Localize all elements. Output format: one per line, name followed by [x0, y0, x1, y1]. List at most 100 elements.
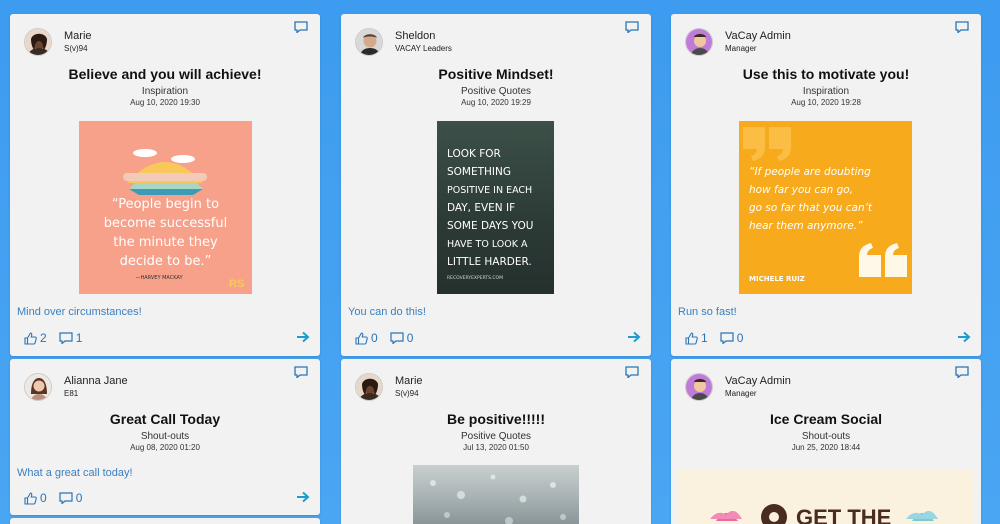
quote-graphic: “If people are doubting how far you can … — [743, 127, 907, 283]
post-category: Positive Quotes — [460, 431, 532, 442]
author-name[interactable]: Marie — [395, 375, 423, 387]
post-timestamp: Aug 08, 2020 01:20 — [130, 443, 200, 452]
comment-icon[interactable] — [625, 366, 639, 378]
post-image[interactable]: LOOK FOR SOMETHING POSITIVE IN EACH DAY,… — [437, 121, 554, 294]
post-card: Marie S(v)94 Be positive!!!!! Positive Q… — [341, 359, 651, 524]
avatar[interactable] — [355, 373, 383, 401]
quote-line: LITTLE HARDER. — [447, 256, 532, 268]
post-category: Positive Quotes — [460, 86, 532, 97]
author-role: Manager — [725, 388, 757, 398]
thumbs-up-icon — [685, 331, 698, 345]
post-actions: 0 0 — [24, 491, 94, 505]
post-image[interactable]: “If people are doubting how far you can … — [739, 121, 912, 294]
post-author: Alianna Jane E81 — [24, 373, 128, 401]
comment-icon[interactable] — [955, 21, 969, 33]
post-author: VaCay Admin Manager — [685, 373, 791, 401]
post-card: Alianna Jane E81 Great Call Today Shout-… — [10, 359, 320, 515]
post-author: Marie S(v)94 — [355, 373, 423, 401]
quote-graphic: LOOK FOR SOMETHING POSITIVE IN EACH DAY,… — [447, 148, 533, 281]
post-category: Inspiration — [802, 86, 850, 97]
avatar[interactable] — [24, 373, 52, 401]
like-count: 0 — [40, 491, 47, 505]
quote-attribution: RECOVERYEXPERTS.COM — [447, 275, 503, 281]
author-name[interactable]: Marie — [64, 30, 92, 42]
author-name[interactable]: VaCay Admin — [725, 375, 791, 387]
arrow-right-icon[interactable] — [296, 331, 310, 343]
quote-attribution: MICHELE RUIZ — [749, 275, 805, 283]
comment-icon[interactable] — [294, 366, 308, 378]
post-caption: You can do this! — [348, 306, 426, 318]
post-caption: What a great call today! — [17, 467, 133, 479]
author-name[interactable]: Alianna Jane — [64, 375, 128, 387]
quote-line: “People begin to — [112, 197, 219, 212]
comment-icon[interactable] — [294, 21, 308, 33]
avatar[interactable] — [24, 28, 52, 56]
post-title: Ice Cream Social — [769, 411, 883, 427]
quote-line: DAY, EVEN IF — [447, 202, 515, 214]
arrow-right-icon[interactable] — [627, 331, 641, 343]
post-timestamp: Jul 13, 2020 01:50 — [463, 443, 529, 452]
post-image[interactable] — [413, 465, 579, 524]
post-card: Marie S(v)94 Believe and you will achiev… — [10, 14, 320, 356]
post-caption: Mind over circumstances! — [17, 306, 142, 318]
post-card: VaCay Admin Manager Ice Cream Social Sho… — [671, 359, 981, 524]
comment-button[interactable]: 0 — [720, 331, 743, 345]
author-role: VACAY Leaders — [395, 43, 452, 53]
post-title: Great Call Today — [109, 411, 221, 427]
quote-line: go so far that you can’t — [749, 202, 873, 214]
post-timestamp: Jun 25, 2020 18:44 — [791, 443, 861, 452]
like-button[interactable]: 1 — [685, 331, 708, 345]
author-role: S(v)94 — [64, 43, 88, 53]
comment-count: 0 — [406, 331, 414, 345]
avatar[interactable] — [685, 28, 713, 56]
arrow-right-icon[interactable] — [957, 331, 971, 343]
like-count: 2 — [40, 331, 47, 345]
like-button[interactable]: 0 — [24, 491, 47, 505]
avatar[interactable] — [685, 373, 713, 401]
arrow-right-icon[interactable] — [296, 491, 310, 503]
post-card — [10, 518, 320, 524]
comment-count: 1 — [75, 331, 83, 345]
post-title: Use this to motivate you! — [742, 66, 910, 82]
comment-button[interactable]: 0 — [59, 491, 83, 505]
post-actions: 2 1 — [24, 331, 94, 345]
author-name[interactable]: Sheldon — [395, 30, 452, 42]
quote-line: “If people are doubting — [749, 166, 871, 178]
avatar[interactable] — [355, 28, 383, 56]
post-actions: 0 0 — [355, 331, 425, 345]
like-button[interactable]: 2 — [24, 331, 47, 345]
quote-line: SOME DAYS YOU — [447, 220, 533, 232]
post-timestamp: Aug 10, 2020 19:29 — [461, 98, 531, 107]
comment-icon[interactable] — [625, 21, 639, 33]
comment-button[interactable]: 0 — [390, 331, 414, 345]
comment-button[interactable]: 1 — [59, 331, 83, 345]
author-role: E81 — [64, 388, 79, 398]
post-category: Inspiration — [141, 86, 189, 97]
author-role: Manager — [725, 43, 757, 53]
like-count: 1 — [701, 331, 708, 345]
author-name[interactable]: VaCay Admin — [725, 30, 791, 42]
post-title: Believe and you will achieve! — [68, 66, 262, 82]
like-count: 0 — [371, 331, 378, 345]
like-button[interactable]: 0 — [355, 331, 378, 345]
quote-line: how far you can go, — [749, 184, 853, 196]
post-image[interactable]: GET THE — [678, 469, 974, 524]
rain-graphic — [430, 474, 566, 524]
comment-icon — [59, 332, 73, 344]
thumbs-up-icon — [24, 491, 37, 505]
post-author: Sheldon VACAY Leaders — [355, 28, 452, 56]
quote-graphic: “People begin to become successful the m… — [104, 149, 244, 290]
post-timestamp: Aug 10, 2020 19:28 — [791, 98, 861, 107]
quote-line: SOMETHING — [447, 166, 511, 178]
comment-count: 0 — [75, 491, 83, 505]
post-title: Be positive!!!!! — [447, 411, 545, 427]
quote-line: LOOK FOR — [447, 148, 501, 160]
comment-icon[interactable] — [955, 366, 969, 378]
brand-logo: RS — [229, 278, 244, 290]
post-timestamp: Aug 10, 2020 19:30 — [130, 98, 200, 107]
quote-attribution: —HARVEY MACKAY — [135, 275, 183, 281]
post-image[interactable]: “People begin to become successful the m… — [79, 121, 252, 294]
post-title: Positive Mindset! — [438, 66, 554, 82]
post-card: VaCay Admin Manager Use this to motivate… — [671, 14, 981, 356]
post-actions: 1 0 — [685, 331, 755, 345]
